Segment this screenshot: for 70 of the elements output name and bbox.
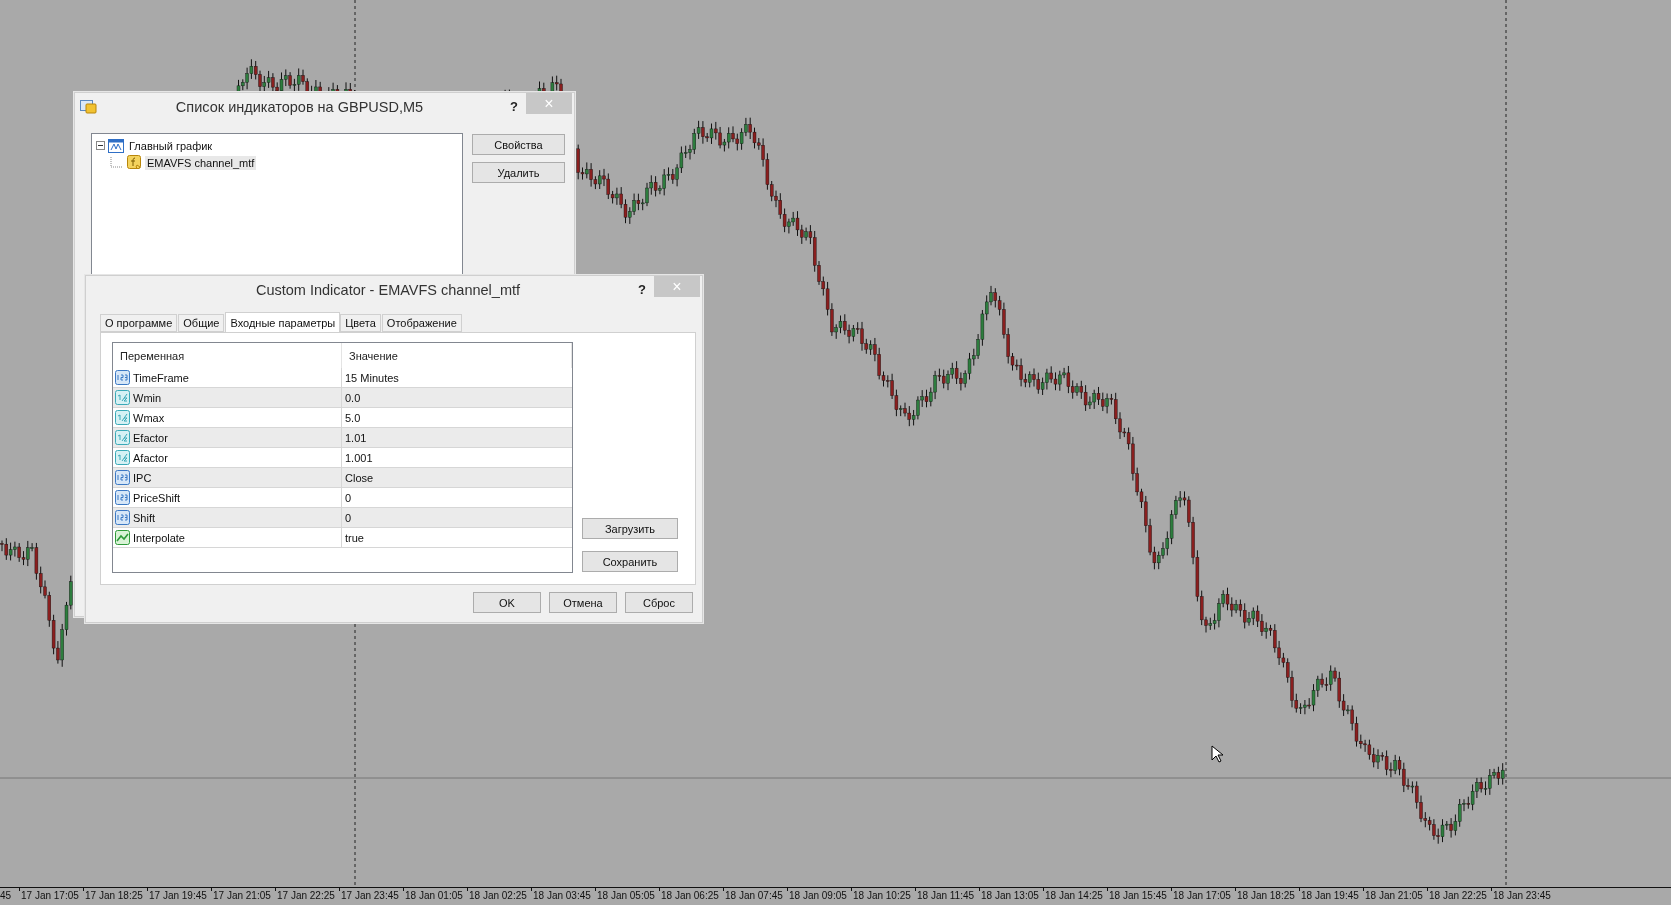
table-cell: Shift	[133, 511, 155, 524]
table-cell: 1.001	[345, 451, 373, 464]
time-label: 18 Jan 19:45	[1301, 890, 1359, 901]
time-label: 17 Jan 21:05	[213, 890, 271, 901]
time-label: 18 Jan 06:25	[661, 890, 719, 901]
table-cell: 0	[345, 491, 352, 504]
dialog-button[interactable]: OK	[473, 592, 541, 613]
table-cell: 5.0	[345, 411, 361, 424]
tab[interactable]: О программе	[100, 314, 178, 332]
dialog-title: Список индикаторов на GBPUSD,M5	[174, 99, 425, 115]
time-label: 18 Jan 07:45	[725, 890, 783, 901]
tab[interactable]: Общие	[178, 314, 225, 332]
table-cell: TimeFrame	[133, 371, 189, 384]
table-row[interactable]: Afactor 1.001	[113, 448, 572, 468]
table-cell: Afactor	[133, 451, 168, 464]
table-cell: 0.0	[345, 391, 361, 404]
tab[interactable]: Входные параметры	[225, 312, 341, 332]
dialog-button[interactable]: Сброс	[625, 592, 693, 613]
time-label: 18 Jan 17:05	[1173, 890, 1231, 901]
table-cell: Interpolate	[133, 531, 185, 544]
tree-item[interactable]: Главный график	[127, 138, 215, 153]
time-label: 18 Jan 14:25	[1045, 890, 1103, 901]
table-cell: PriceShift	[133, 491, 181, 504]
table-cell: Wmin	[133, 391, 162, 404]
table-cell: 15 Minutes	[345, 371, 399, 384]
table-row[interactable]: PriceShift 0	[113, 488, 572, 508]
time-label: 18 Jan 10:25	[853, 890, 911, 901]
time-label: 17 Jan 23:45	[341, 890, 399, 901]
dialog-button[interactable]: Загрузить	[582, 518, 678, 539]
tab[interactable]: Цвета	[340, 314, 381, 332]
time-label: 18 Jan 09:05	[789, 890, 847, 901]
help-button[interactable]: ?	[502, 95, 526, 117]
table-row[interactable]: Wmin 0.0	[113, 388, 572, 408]
time-label: 17 Jan 17:05	[21, 890, 79, 901]
tab[interactable]: Отображение	[381, 314, 462, 332]
table-row[interactable]: TimeFrame 15 Minutes	[113, 368, 572, 388]
table-cell: 1.01	[345, 431, 367, 444]
table-cell: Close	[345, 471, 374, 484]
dialog-button[interactable]: Удалить	[472, 162, 565, 183]
time-label: 18 Jan 11:45	[917, 890, 975, 901]
time-label: 45	[0, 890, 12, 901]
table-cell: Efactor	[133, 431, 168, 444]
dialog-title: Custom Indicator - EMAVFS channel_mtf	[254, 282, 522, 298]
table-row[interactable]: Interpolate true	[113, 528, 572, 548]
time-label: 18 Jan 02:25	[469, 890, 527, 901]
help-button[interactable]: ?	[630, 278, 654, 300]
table-row[interactable]: Shift 0	[113, 508, 572, 528]
table-cell: true	[345, 531, 364, 544]
dialog-button[interactable]: Отмена	[549, 592, 617, 613]
dialog-button[interactable]: Сохранить	[582, 551, 678, 572]
table-row[interactable]: Efactor 1.01	[113, 428, 572, 448]
time-label: 18 Jan 21:05	[1365, 890, 1423, 901]
table-row[interactable]: IPC Close	[113, 468, 572, 488]
time-label: 18 Jan 23:45	[1493, 890, 1551, 901]
time-label: 18 Jan 13:05	[981, 890, 1039, 901]
dialog-button[interactable]: Свойства	[472, 134, 565, 155]
time-label: 18 Jan 01:05	[405, 890, 463, 901]
time-label: 18 Jan 22:25	[1429, 890, 1487, 901]
time-label: 18 Jan 18:25	[1237, 890, 1295, 901]
time-label: 17 Jan 19:45	[149, 890, 207, 901]
table-cell: 0	[345, 511, 352, 524]
table-row[interactable]: Wmax 5.0	[113, 408, 572, 428]
table-cell: IPC	[133, 471, 152, 484]
time-label: 17 Jan 18:25	[85, 890, 143, 901]
time-label: 18 Jan 05:05	[597, 890, 655, 901]
tree-item[interactable]: EMAVFS channel_mtf	[145, 155, 257, 170]
time-label: 17 Jan 22:25	[277, 890, 335, 901]
time-label: 18 Jan 03:45	[533, 890, 591, 901]
time-label: 18 Jan 15:45	[1109, 890, 1167, 901]
table-cell: Wmax	[133, 411, 165, 424]
